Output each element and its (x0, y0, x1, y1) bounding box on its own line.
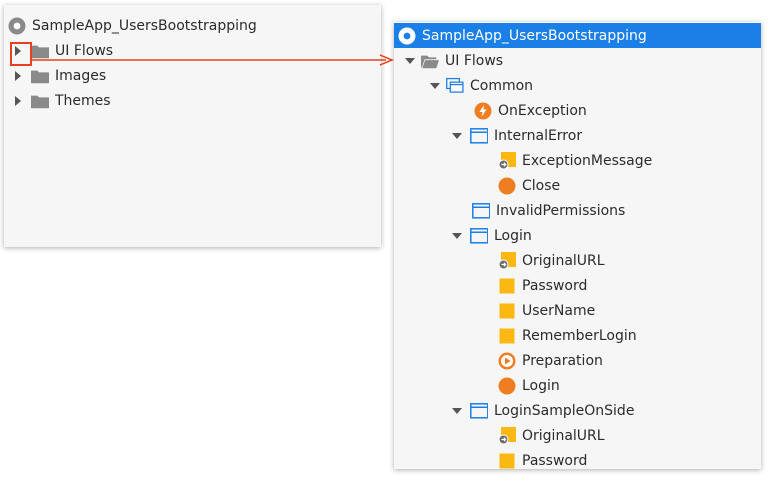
tree-item-label: InvalidPermissions (496, 202, 626, 219)
tree-item-close[interactable]: Close (394, 173, 761, 198)
tree-item-original-url[interactable]: OriginalURL (394, 248, 761, 273)
tree-item-invalid-permissions[interactable]: InvalidPermissions (394, 198, 761, 223)
tree-item-internal-error[interactable]: InternalError (394, 123, 761, 148)
input-parameter-icon (498, 151, 516, 170)
tree-item-label: Preparation (522, 352, 603, 369)
module-icon (398, 27, 416, 45)
tree-item-exception-message[interactable]: ExceptionMessage (394, 148, 761, 173)
action-circle-icon (498, 377, 516, 395)
tree-item-login-screen[interactable]: Login (394, 223, 761, 248)
local-variable-icon (498, 302, 516, 320)
screen-icon (470, 127, 488, 145)
tree-item-remember-login[interactable]: RememberLogin (394, 323, 761, 348)
tree-item-preparation[interactable]: Preparation (394, 348, 761, 373)
folder-open-icon (421, 52, 439, 70)
tree-item-label: OriginalURL (522, 252, 605, 269)
tree-item-login-action[interactable]: Login (394, 373, 761, 398)
lightning-icon (474, 102, 492, 120)
play-icon (498, 352, 516, 370)
tree-root-label: SampleApp_UsersBootstrapping (422, 27, 647, 44)
tree-item-label: Close (522, 177, 561, 194)
tree-root-row-selected[interactable]: SampleApp_UsersBootstrapping (394, 23, 761, 48)
tree-item-label: ExceptionMessage (522, 152, 653, 169)
screen-icon (472, 202, 490, 220)
flow-icon (446, 77, 464, 95)
collapse-arrow-icon[interactable] (450, 404, 464, 418)
tree-item-on-exception[interactable]: OnException (394, 98, 761, 123)
tree-item-password[interactable]: Password (394, 273, 761, 298)
tree-item-original-url[interactable]: OriginalURL (394, 423, 761, 448)
tree-item-label: Login (494, 227, 532, 244)
right-tree-panel: SampleApp_UsersBootstrapping UI Flows Co… (394, 22, 761, 469)
tree-item-label: Login (522, 377, 560, 394)
tree-item-label: LoginSampleOnSide (494, 402, 635, 419)
collapse-arrow-icon[interactable] (403, 54, 417, 68)
input-parameter-icon (498, 251, 516, 270)
tree-item-label: UserName (522, 302, 596, 319)
tree-item-common[interactable]: Common (394, 73, 761, 98)
tree-item-label: Password (522, 277, 588, 294)
tree-item-label: OnException (498, 102, 587, 119)
tree-item-login-sample-on-side[interactable]: LoginSampleOnSide (394, 398, 761, 423)
collapse-arrow-icon[interactable] (450, 229, 464, 243)
tree-item-label: InternalError (494, 127, 583, 144)
local-variable-icon (498, 277, 516, 295)
tree-item-username[interactable]: UserName (394, 298, 761, 323)
local-variable-icon (498, 452, 516, 470)
input-parameter-icon (498, 426, 516, 445)
tree-item-label: OriginalURL (522, 427, 605, 444)
local-variable-icon (498, 327, 516, 345)
action-circle-icon (498, 177, 516, 195)
tree-item-label: Common (470, 77, 534, 94)
screen-icon (470, 402, 488, 420)
tree-item-label: UI Flows (445, 52, 504, 69)
tree-item-ui-flows[interactable]: UI Flows (394, 48, 761, 73)
tree-item-label: RememberLogin (522, 327, 637, 344)
collapse-arrow-icon[interactable] (450, 129, 464, 143)
screen-icon (470, 227, 488, 245)
collapse-arrow-icon[interactable] (428, 79, 442, 93)
tree-item-password[interactable]: Password (394, 448, 761, 469)
tree-item-label: Password (522, 452, 588, 469)
